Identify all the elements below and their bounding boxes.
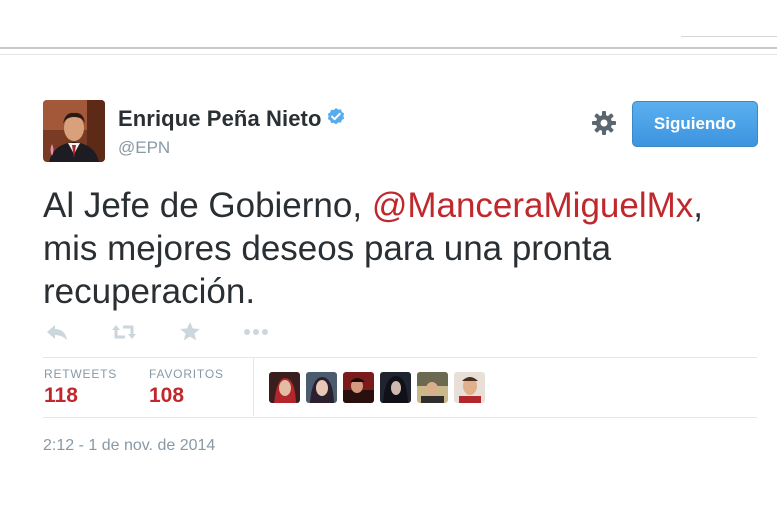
avatar[interactable] (380, 372, 411, 403)
avatar[interactable] (343, 372, 374, 403)
tab-edge (681, 36, 777, 39)
author-handle[interactable]: @EPN (118, 138, 170, 158)
mention-link[interactable]: @ManceraMiguelMx (372, 186, 693, 225)
retweet-icon[interactable] (110, 318, 138, 346)
favorites-label[interactable]: FAVORITOS (149, 367, 224, 381)
stats-bottom-divider (43, 417, 757, 418)
author-display-name[interactable]: Enrique Peña Nieto (118, 106, 322, 132)
author-avatar[interactable] (43, 100, 105, 162)
avatar[interactable] (417, 372, 448, 403)
retweets-count[interactable]: 118 (44, 384, 78, 408)
favoriter-avatars (269, 372, 485, 403)
following-button[interactable]: Siguiendo (632, 101, 758, 147)
avatar[interactable] (306, 372, 337, 403)
verified-badge-icon (327, 108, 344, 125)
header-divider (0, 47, 777, 49)
reply-icon[interactable] (45, 318, 69, 346)
favorites-count[interactable]: 108 (149, 384, 184, 408)
favorite-icon[interactable] (178, 318, 202, 346)
top-strip (0, 0, 777, 47)
stats-top-divider (43, 357, 757, 358)
retweets-label[interactable]: RETWEETS (44, 367, 117, 381)
tweet-text-start: Al Jefe de Gobierno, (43, 186, 372, 225)
avatar[interactable] (454, 372, 485, 403)
tweet-text: Al Jefe de Gobierno, @ManceraMiguelMx, m… (43, 184, 743, 313)
gear-icon[interactable] (591, 110, 617, 136)
author-name-row[interactable]: Enrique Peña Nieto (118, 106, 346, 132)
stats-separator (253, 358, 254, 416)
more-icon[interactable] (243, 318, 269, 346)
tweet-timestamp[interactable]: 2:12 - 1 de nov. de 2014 (43, 437, 215, 455)
header-divider-secondary (0, 54, 777, 55)
avatar[interactable] (269, 372, 300, 403)
